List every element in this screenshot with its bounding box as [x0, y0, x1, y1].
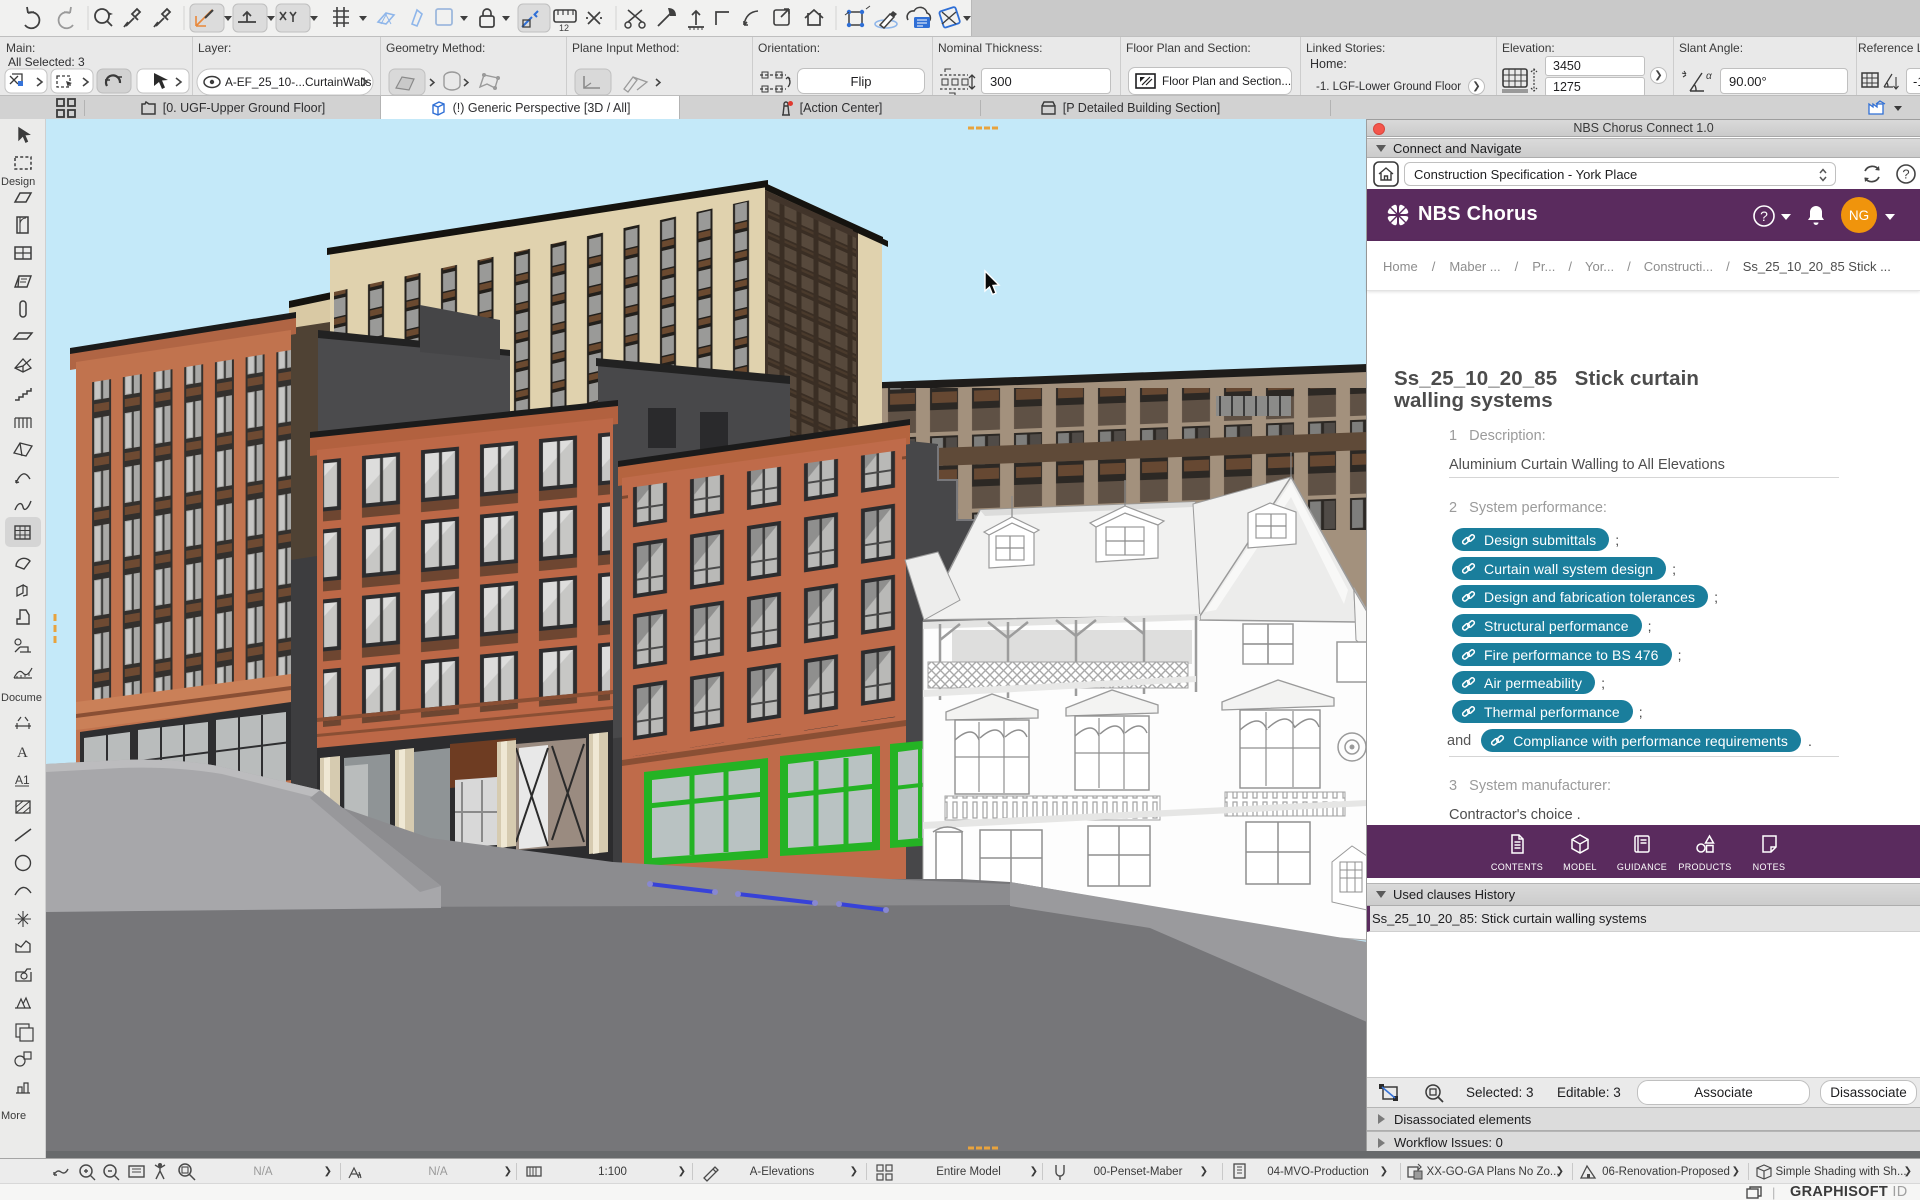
- svg-text:A-EF_25_10-...CurtainWalls: A-EF_25_10-...CurtainWalls: [225, 75, 372, 89]
- svg-text:α: α: [1706, 71, 1712, 82]
- svg-text:12: 12: [559, 23, 569, 33]
- svg-text:?: ?: [1902, 167, 1909, 182]
- svg-text:?: ?: [1760, 208, 1768, 224]
- svg-text:A: A: [17, 745, 28, 761]
- svg-text:A1: A1: [15, 773, 30, 787]
